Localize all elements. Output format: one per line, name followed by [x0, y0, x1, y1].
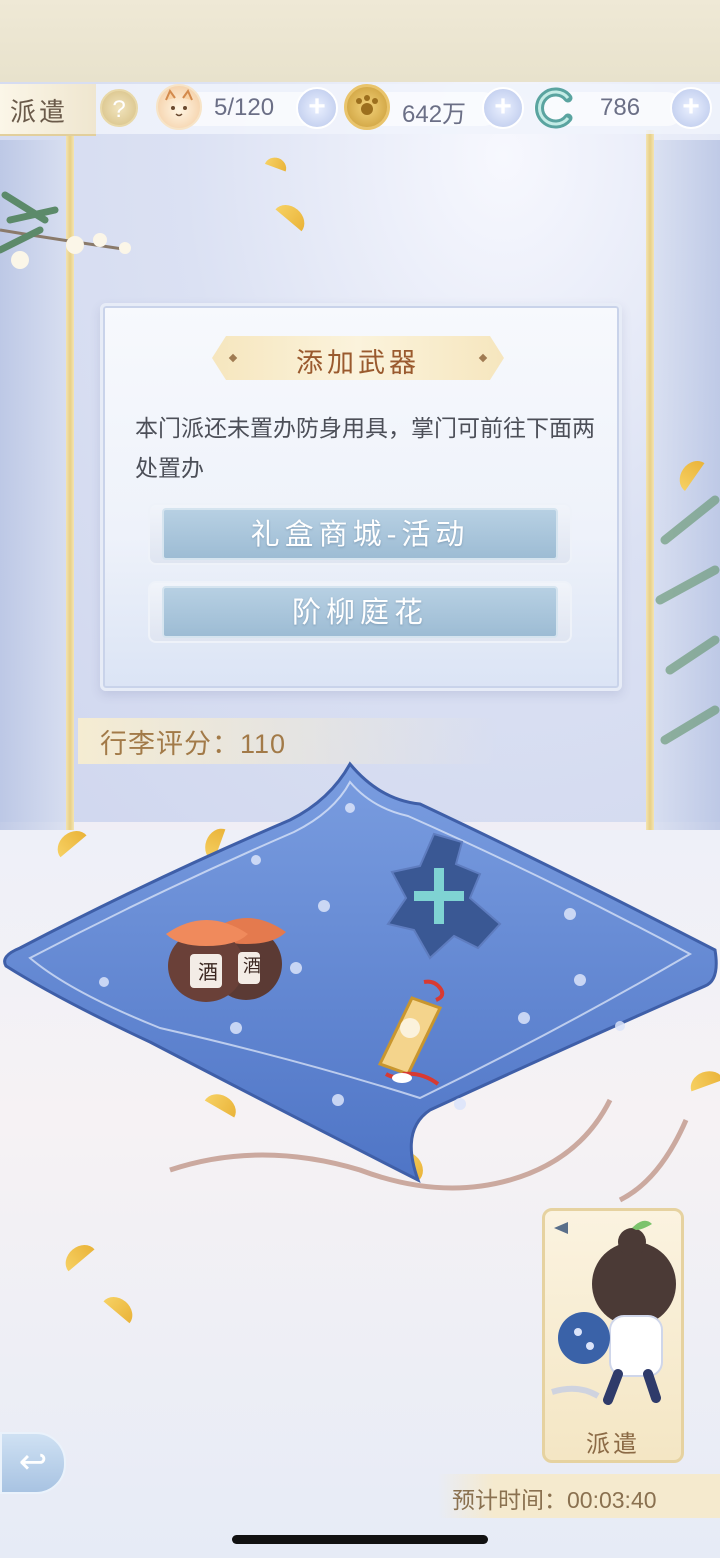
jade-icon	[528, 84, 574, 130]
jieliu-tinghua-button[interactable]: 阶柳庭花	[162, 586, 558, 638]
back-button[interactable]: ↩	[0, 1432, 66, 1494]
jade-value: 786	[600, 94, 641, 121]
rope-decor	[169, 1098, 689, 1203]
wine-label: 酒	[198, 960, 218, 984]
home-indicator[interactable]	[232, 1535, 488, 1544]
blossom-branch-decor	[0, 191, 131, 269]
luggage-score: 行李评分：110	[100, 729, 287, 759]
add-jade-button[interactable]: +	[670, 87, 712, 129]
coin-icon	[344, 84, 390, 130]
cat-icon	[156, 84, 202, 130]
dialog-message: 本门派还未置办防身用具，掌门可前往下面两处置办	[135, 415, 595, 481]
back-arrow-icon: ↩	[18, 1443, 48, 1481]
empty-weapon-slot[interactable]	[384, 828, 504, 964]
dispatch-card-label: 派遣	[586, 1430, 640, 1458]
estimated-time: 预计时间：00:03:40	[452, 1487, 657, 1513]
question-icon: ?	[112, 96, 126, 123]
tassel-pendant-item[interactable]	[356, 976, 460, 1096]
gift-shop-event-button[interactable]: 礼盒商城-活动	[162, 508, 558, 560]
cat-count-value: 5/120	[214, 94, 275, 121]
add-cat-button[interactable]: +	[296, 87, 338, 129]
top-decor-band	[0, 0, 720, 82]
page-title: 派遣	[10, 98, 69, 128]
disciple-chibi-figure	[551, 1220, 676, 1405]
right-gold-frame	[646, 130, 654, 830]
dialog-title: 添加武器	[296, 348, 420, 379]
help-button[interactable]: ?	[100, 89, 138, 127]
wine-jars-item[interactable]	[164, 904, 296, 1004]
coin-value: 642万	[402, 101, 467, 128]
wine-label: 酒	[243, 956, 261, 977]
right-leaves-decor	[655, 495, 720, 745]
add-coin-button[interactable]: +	[482, 87, 524, 129]
